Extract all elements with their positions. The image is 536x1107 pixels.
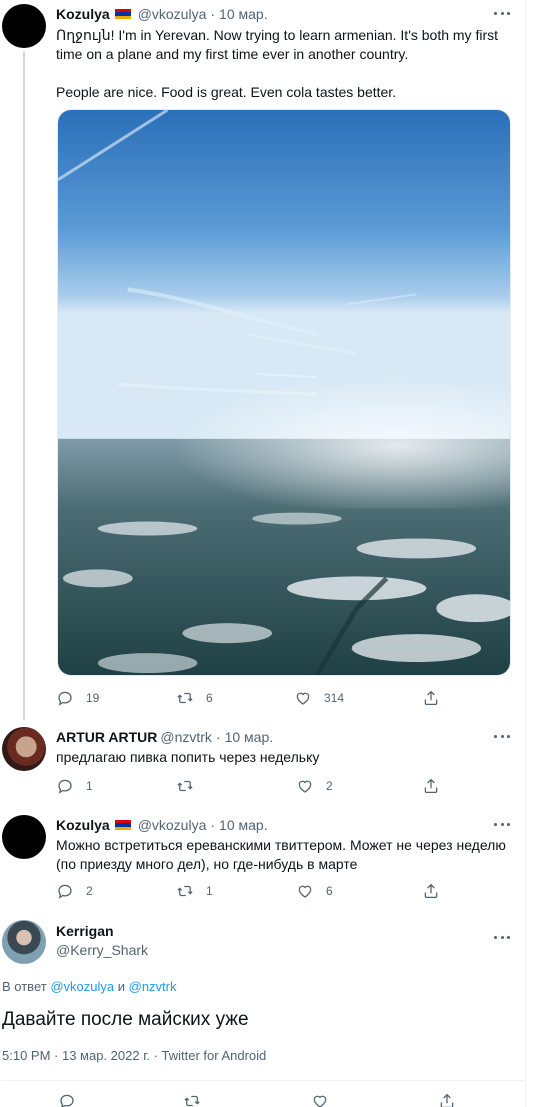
retweet-icon: [184, 1095, 200, 1107]
tweet-actions: [58, 1091, 454, 1107]
tweet-timestamp[interactable]: 5:10 PM · 13 мар. 2022 г. · Twitter for …: [2, 1048, 266, 1063]
retweet-count: 1: [206, 884, 213, 898]
like-button[interactable]: 314: [294, 688, 344, 708]
separator-dot: ·: [215, 729, 221, 745]
avatar[interactable]: [2, 920, 46, 964]
author-name[interactable]: Kerrigan: [56, 923, 114, 939]
author-handle[interactable]: @vkozulya: [138, 6, 207, 22]
reply-prefix: В ответ: [2, 979, 47, 994]
retweet-count: 6: [206, 691, 213, 705]
aerial-landscape-image: [58, 110, 510, 675]
reply-icon: [60, 1094, 74, 1107]
retweet-icon: [177, 780, 193, 792]
author-name[interactable]: Kozulya: [56, 817, 110, 833]
more-icon[interactable]: [494, 817, 510, 831]
thread-line: [23, 52, 25, 720]
retweet-button[interactable]: 1: [176, 881, 213, 901]
tweet-actions: 2 1 6: [56, 881, 446, 901]
reply-icon: [58, 779, 72, 794]
reply-count: 2: [86, 884, 93, 898]
retweet-button[interactable]: 6: [176, 688, 213, 708]
author-handle[interactable]: @vkozulya: [138, 817, 207, 833]
avatar[interactable]: [2, 4, 46, 48]
author-handle[interactable]: @nzvtrk: [160, 729, 212, 745]
tweet-date[interactable]: 10 мар.: [219, 817, 268, 833]
tweet-photo[interactable]: [57, 109, 511, 676]
like-button[interactable]: 6: [296, 881, 333, 901]
like-icon: [296, 692, 310, 705]
tweet-date[interactable]: 10 мар.: [225, 729, 274, 745]
reply-icon: [58, 691, 72, 706]
tweet[interactable]: Kozulya @vkozulya · 10 мар. Можно встрет…: [0, 815, 536, 905]
separator-dot: ·: [210, 817, 216, 833]
author-name[interactable]: ARTUR ARTUR: [56, 729, 157, 745]
focused-tweet: Kerrigan @Kerry_Shark В ответ @vkozulya …: [0, 915, 536, 1107]
share-button[interactable]: [422, 776, 440, 796]
tweet-header: ARTUR ARTUR @nzvtrk · 10 мар.: [56, 727, 273, 747]
share-button[interactable]: [422, 688, 440, 708]
like-icon: [313, 1095, 327, 1107]
more-icon[interactable]: [494, 6, 510, 20]
like-icon: [298, 885, 312, 898]
retweet-button[interactable]: [176, 776, 206, 796]
like-icon: [298, 780, 312, 793]
like-count: 2: [326, 779, 333, 793]
share-icon: [440, 1093, 454, 1107]
tweet-text: Можно встретиться ереванскими твиттером.…: [56, 837, 510, 872]
reply-icon: [58, 884, 72, 899]
tweet-actions: 19 6 314: [56, 688, 446, 708]
tweet-text: Ողջույն! I'm in Yerevan. Now trying to l…: [56, 27, 498, 100]
share-button[interactable]: [438, 1091, 456, 1107]
more-icon[interactable]: [494, 930, 510, 944]
like-button[interactable]: [311, 1091, 329, 1107]
share-icon: [424, 778, 438, 794]
tweet-text: Давайте после майских уже: [2, 1009, 249, 1030]
retweet-button[interactable]: [183, 1091, 201, 1107]
retweet-icon: [177, 692, 193, 704]
avatar[interactable]: [2, 727, 46, 771]
tweet-date[interactable]: 10 мар.: [219, 6, 268, 22]
armenia-flag-icon: [114, 819, 131, 831]
tweet-header: Kozulya @vkozulya · 10 мар.: [56, 815, 268, 835]
tweet-text: предлагаю пивка попить через недельку: [56, 749, 320, 765]
like-button[interactable]: 2: [296, 776, 333, 796]
reply-button[interactable]: 1: [56, 776, 93, 796]
avatar[interactable]: [2, 815, 46, 859]
reply-count: 1: [86, 779, 93, 793]
like-count: 314: [324, 691, 345, 705]
divider: [2, 1080, 524, 1081]
author-handle[interactable]: @Kerry_Shark: [56, 942, 148, 958]
reply-conjunction: и: [117, 979, 125, 994]
reply-button[interactable]: [58, 1091, 76, 1107]
armenia-flag-icon: [114, 8, 131, 20]
more-icon[interactable]: [494, 729, 510, 743]
replying-to: В ответ @vkozulya и @nzvtrk: [2, 979, 177, 994]
reply-button[interactable]: 2: [56, 881, 93, 901]
mention-link[interactable]: @vkozulya: [50, 979, 114, 994]
like-count: 6: [326, 884, 333, 898]
tweet[interactable]: ARTUR ARTUR @nzvtrk · 10 мар. предлагаю …: [0, 727, 536, 807]
share-icon: [424, 690, 438, 706]
tweet-header: Kozulya @vkozulya · 10 мар.: [56, 4, 268, 24]
reply-button[interactable]: 19: [56, 688, 99, 708]
author-name[interactable]: Kozulya: [56, 6, 110, 22]
reply-count: 19: [86, 691, 100, 705]
retweet-icon: [177, 885, 193, 897]
tweet-actions: 1 2: [56, 776, 446, 796]
separator-dot: ·: [210, 6, 216, 22]
share-button[interactable]: [422, 881, 440, 901]
share-icon: [424, 883, 438, 899]
mention-link[interactable]: @nzvtrk: [129, 979, 177, 994]
